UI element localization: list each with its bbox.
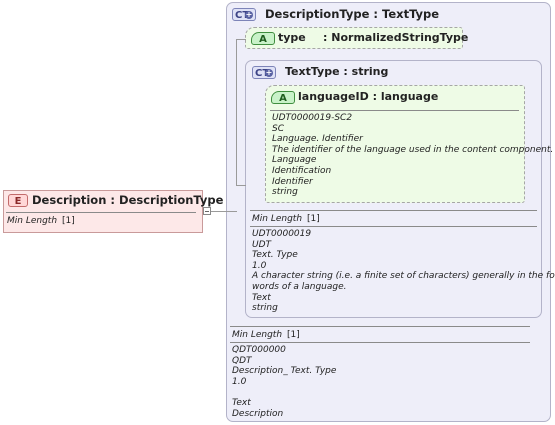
ct-icon: CT +	[232, 8, 256, 21]
connector-line	[236, 39, 246, 40]
inner-ct-facet-value: [1]	[307, 214, 320, 224]
attribute-languageid-title: languageID : language	[298, 90, 439, 103]
attribute-icon: A	[251, 32, 275, 45]
element-facet-label: Min Length	[7, 216, 58, 226]
divider	[250, 210, 537, 211]
attribute-type-value: : NormalizedStringType	[323, 31, 469, 44]
outer-ct-title[interactable]: DescriptionType : TextType	[265, 7, 439, 21]
divider	[230, 326, 530, 327]
outer-ct-doc: QDT000000 QDT Description_ Text. Type 1.…	[232, 345, 337, 419]
element-facet-value: [1]	[62, 216, 75, 226]
divider	[230, 342, 530, 343]
attribute-languageid-doc: UDT0000019-SC2 SC Language. Identifier T…	[272, 113, 554, 198]
attribute-icon: A	[271, 91, 295, 104]
outer-ct-facet-value: [1]	[287, 330, 300, 340]
divider	[6, 212, 196, 213]
divider	[250, 226, 537, 227]
outer-ct-facet-label: Min Length	[232, 330, 283, 340]
ct-icon: CT +	[252, 66, 276, 79]
element-icon: E	[8, 194, 28, 207]
inner-ct-doc: UDT0000019 UDT Text. Type 1.0 A characte…	[252, 229, 555, 314]
connector-line	[236, 39, 237, 186]
connector-line	[211, 211, 237, 212]
inner-ct-title[interactable]: TextType : string	[285, 65, 388, 78]
attribute-type-label: type	[278, 31, 306, 44]
connector-line	[236, 185, 246, 186]
inner-ct-facet-label: Min Length	[252, 214, 303, 224]
expand-connector-icon[interactable]	[203, 207, 211, 215]
element-title: Description : DescriptionType	[32, 193, 224, 207]
divider	[270, 110, 519, 111]
